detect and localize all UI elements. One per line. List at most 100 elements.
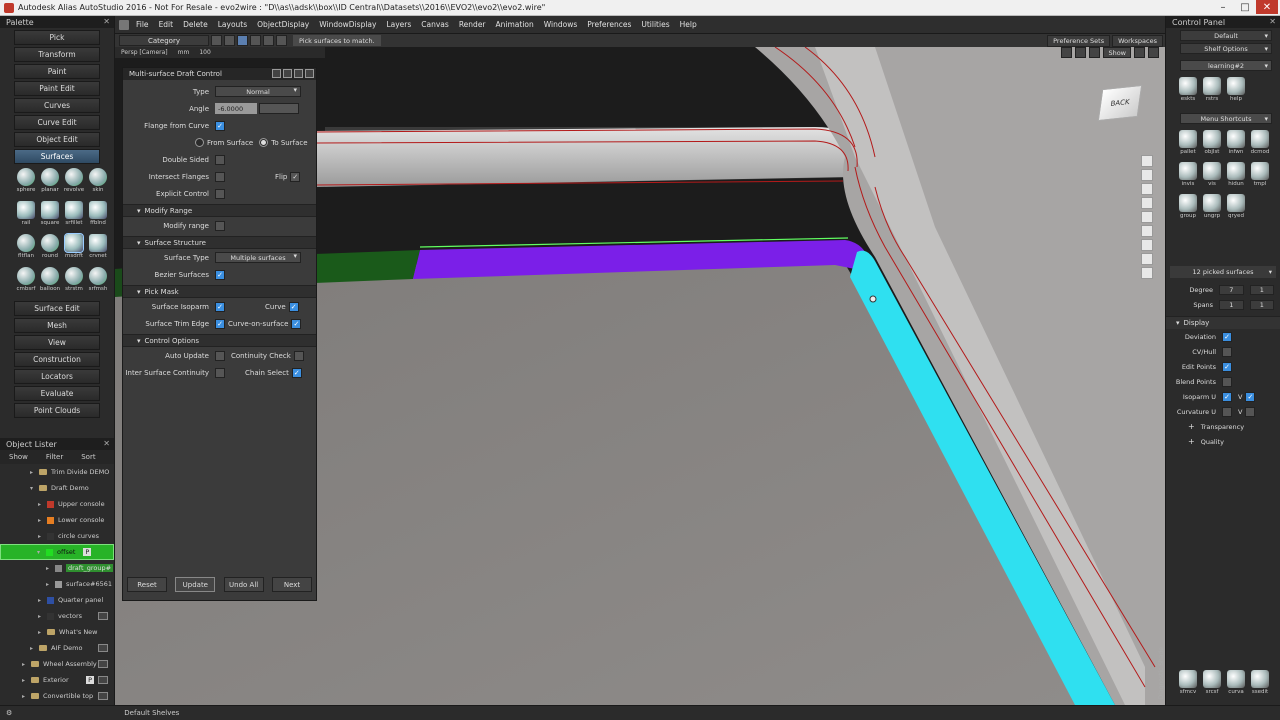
category-dropdown[interactable]: Category: [119, 35, 209, 46]
preset-dropdown[interactable]: Default: [1180, 30, 1272, 41]
frame-all-icon[interactable]: [1141, 197, 1153, 209]
frame-icon[interactable]: [1061, 47, 1073, 58]
tree-row[interactable]: ▸ Lower console: [0, 512, 114, 528]
palette-surface-edit[interactable]: Surface Edit: [14, 301, 100, 316]
expand-icon[interactable]: ▸: [38, 597, 44, 604]
tool-cmbsrf[interactable]: cmbsrf: [14, 265, 38, 297]
shortcut-infwn[interactable]: infwn: [1224, 128, 1248, 160]
curvature-u-checkbox[interactable]: [1222, 406, 1232, 417]
surface-isoparm-checkbox[interactable]: ✓: [215, 301, 225, 312]
palette-point-clouds[interactable]: Point Clouds: [14, 403, 100, 418]
menu-render[interactable]: Render: [454, 20, 491, 29]
chain-select-checkbox[interactable]: ✓: [291, 367, 302, 378]
curve-snap-icon[interactable]: [276, 35, 287, 46]
menu-utilities[interactable]: Utilities: [636, 20, 674, 29]
settings-gear-icon[interactable]: ⚙: [6, 709, 12, 717]
tool-square[interactable]: square: [38, 199, 62, 231]
expand-icon[interactable]: ▸: [30, 469, 36, 476]
tree-row[interactable]: ▸ Trim Divide DEMO: [0, 464, 114, 480]
visibility-toggle[interactable]: [98, 676, 108, 684]
tool-balloon[interactable]: balloon: [38, 265, 62, 297]
curve-on-surface-checkbox[interactable]: ✓: [291, 318, 302, 329]
tree-row[interactable]: ▸ draft_group#: [0, 560, 114, 576]
tool-strstm[interactable]: strstm: [62, 265, 86, 297]
show-button[interactable]: Show: [1103, 47, 1131, 58]
pick-flag[interactable]: P: [83, 548, 92, 556]
shortcut-qryed[interactable]: qryed: [1224, 192, 1248, 224]
palette-surfaces[interactable]: Surfaces: [14, 149, 100, 164]
back-arrow-icon[interactable]: [1141, 169, 1153, 181]
split-icon[interactable]: [1148, 47, 1159, 58]
tag-icon[interactable]: [1141, 267, 1153, 279]
tree-row[interactable]: ▸ surface#6561: [0, 576, 114, 592]
tool-fltflan[interactable]: fltflan: [14, 232, 38, 264]
collapse-icon[interactable]: ▾: [30, 485, 36, 492]
degree-u-input[interactable]: 7: [1219, 284, 1244, 295]
dialog-options-icon[interactable]: [272, 69, 281, 78]
workspaces-button[interactable]: Workspaces: [1112, 35, 1163, 47]
expand-icon[interactable]: ▸: [46, 565, 52, 572]
shelf-rstrs[interactable]: rstrs: [1200, 75, 1224, 107]
move-tool-icon[interactable]: [224, 35, 235, 46]
pick-flag[interactable]: P: [86, 676, 94, 684]
modify-range-section[interactable]: Modify Range: [123, 204, 316, 217]
tool-revolve[interactable]: revolve: [62, 166, 86, 198]
palette-pick[interactable]: Pick: [14, 30, 100, 45]
menu-animation[interactable]: Animation: [491, 20, 539, 29]
auto-update-checkbox[interactable]: [215, 350, 225, 361]
shortcut-ungrp[interactable]: ungrp: [1200, 192, 1224, 224]
pick-mask-section[interactable]: Pick Mask: [123, 285, 316, 298]
blend-points-checkbox[interactable]: [1222, 376, 1232, 387]
shelf-srcsf[interactable]: srcsf: [1200, 668, 1224, 700]
expand-icon[interactable]: ▸: [38, 501, 44, 508]
menu-layouts[interactable]: Layouts: [213, 20, 252, 29]
palette-close-icon[interactable]: ✕: [103, 17, 110, 26]
spans-v-input[interactable]: 1: [1249, 299, 1274, 310]
palette-mesh[interactable]: Mesh: [14, 318, 100, 333]
shortcut-vis[interactable]: vis: [1200, 160, 1224, 192]
shortcut-invis[interactable]: invis: [1176, 160, 1200, 192]
tree-row[interactable]: ▾ Draft Demo: [0, 480, 114, 496]
control-panel-close-icon[interactable]: ✕: [1269, 17, 1276, 26]
dialog-menu-icon[interactable]: [283, 69, 292, 78]
visibility-toggle[interactable]: [98, 692, 108, 700]
cvhull-checkbox[interactable]: [1222, 346, 1232, 357]
look-at-icon[interactable]: [1141, 183, 1153, 195]
shortcut-group[interactable]: group: [1176, 192, 1200, 224]
tree-row[interactable]: ▸ Wheel Assembly: [0, 656, 114, 672]
shelf-help[interactable]: help: [1224, 75, 1248, 107]
visibility-toggle[interactable]: [98, 644, 108, 652]
diagnostic-shade-label[interactable]: Diagnostic Shade: [1158, 647, 1165, 699]
dialog-collapse-icon[interactable]: [294, 69, 303, 78]
zoom-icon[interactable]: [1141, 155, 1153, 167]
palette-construction[interactable]: Construction: [14, 352, 100, 367]
lister-close-icon[interactable]: ✕: [103, 439, 110, 448]
tree-row[interactable]: ▸ Quarter panel: [0, 592, 114, 608]
degree-v-input[interactable]: 1: [1249, 284, 1274, 295]
close-button[interactable]: ✕: [1256, 0, 1278, 14]
tool-skin[interactable]: skin: [86, 166, 110, 198]
tree-row[interactable]: ▸ What's New: [0, 624, 114, 640]
bezier-surfaces-checkbox[interactable]: ✓: [215, 269, 225, 280]
tool-planar[interactable]: planar: [38, 166, 62, 198]
expand-icon[interactable]: ▸: [38, 613, 44, 620]
explicit-control-checkbox[interactable]: [215, 188, 225, 199]
camera-label[interactable]: Persp [Camera]: [121, 49, 168, 56]
alias-menu-icon[interactable]: [119, 19, 129, 30]
expand-icon[interactable]: ▸: [22, 677, 28, 684]
undo-view-icon[interactable]: [1141, 239, 1153, 251]
palette-object-edit[interactable]: Object Edit: [14, 132, 100, 147]
tree-row[interactable]: ▸ Convertible top: [0, 688, 114, 704]
tool-crvnet[interactable]: crvnet: [86, 232, 110, 264]
lister-category[interactable]: Cate: [105, 453, 115, 461]
palette-paint-edit[interactable]: Paint Edit: [14, 81, 100, 96]
shelf-ssedit[interactable]: ssedit: [1248, 668, 1272, 700]
expand-icon[interactable]: ▸: [22, 661, 28, 668]
palette-paint[interactable]: Paint: [14, 64, 100, 79]
menu-edit[interactable]: Edit: [154, 20, 179, 29]
tool-sphere[interactable]: sphere: [14, 166, 38, 198]
undo-all-button[interactable]: Undo All: [223, 577, 264, 592]
expand-icon[interactable]: ▸: [38, 629, 44, 636]
shortcut-dcmod[interactable]: dcmod: [1248, 128, 1272, 160]
collapse-icon[interactable]: ▾: [37, 549, 43, 556]
